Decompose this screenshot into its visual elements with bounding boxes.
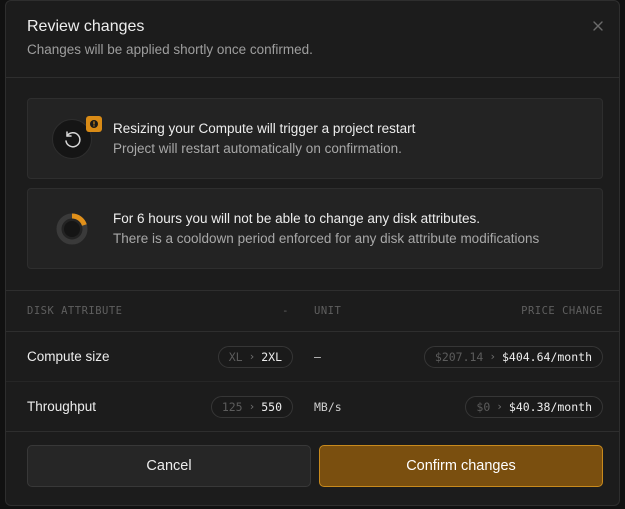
restart-icon-wrap — [52, 115, 102, 159]
old-price: $0 — [476, 399, 491, 414]
old-value: XL — [228, 349, 243, 364]
cooldown-alert-description: There is a cooldown period enforced for … — [113, 230, 540, 246]
old-price: $207.14 — [434, 349, 484, 364]
chevron-right-icon: › — [489, 350, 496, 363]
attribute-name: Compute size — [27, 349, 110, 364]
price-change-pill: $0 › $40.38/month — [465, 395, 603, 418]
chevron-right-icon: › — [248, 400, 256, 413]
cancel-button[interactable]: Cancel — [27, 445, 311, 487]
restart-alert-title: Resizing your Compute will trigger a pro… — [113, 120, 416, 136]
dialog-header: Review changes Changes will be applied s… — [6, 1, 619, 78]
value-change-pill: XL › 2XL — [217, 345, 293, 368]
cooldown-alert-title: For 6 hours you will not be able to chan… — [113, 210, 480, 226]
confirm-changes-button[interactable]: Confirm changes — [319, 445, 603, 487]
table-row: Throughput 125 › 550 MB/s $0 › $40.38/mo… — [6, 382, 619, 432]
dialog-subtitle: Changes will be applied shortly once con… — [27, 42, 313, 57]
review-changes-dialog: Review changes Changes will be applied s… — [5, 0, 620, 506]
changes-table-header: DISK ATTRIBUTE - UNIT PRICE CHANGE — [6, 291, 619, 332]
table-row: Compute size XL › 2XL – $207.14 › $404.6… — [6, 332, 619, 382]
price-change-pill: $207.14 › $404.64/month — [423, 345, 603, 368]
restart-alert: Resizing your Compute will trigger a pro… — [27, 98, 603, 179]
cooldown-icon — [52, 209, 92, 249]
unit-value: MB/s — [314, 399, 342, 414]
dialog-body: Resizing your Compute will trigger a pro… — [6, 78, 619, 291]
new-value: 550 — [261, 399, 282, 414]
close-icon[interactable] — [591, 19, 605, 33]
warning-icon — [86, 115, 102, 132]
header-disk-attribute: DISK ATTRIBUTE — [27, 305, 123, 317]
attribute-name: Throughput — [27, 399, 97, 414]
value-change-pill: 125 › 550 — [210, 395, 293, 418]
restart-alert-description: Project will restart automatically on co… — [113, 140, 402, 156]
chevron-right-icon: › — [248, 350, 256, 363]
new-price: $40.38/month — [508, 399, 592, 414]
header-price-change: PRICE CHANGE — [521, 305, 603, 317]
dialog-title: Review changes — [27, 18, 145, 35]
old-value: 125 — [221, 399, 243, 414]
cooldown-alert: For 6 hours you will not be able to chan… — [27, 188, 603, 269]
dialog-footer: Cancel Confirm changes — [6, 429, 619, 505]
new-price: $404.64/month — [501, 349, 592, 364]
new-value: 2XL — [261, 349, 282, 364]
unit-value: – — [314, 349, 321, 364]
chevron-right-icon: › — [496, 400, 503, 413]
header-unit: UNIT — [314, 305, 342, 317]
header-dash: - — [282, 305, 289, 317]
